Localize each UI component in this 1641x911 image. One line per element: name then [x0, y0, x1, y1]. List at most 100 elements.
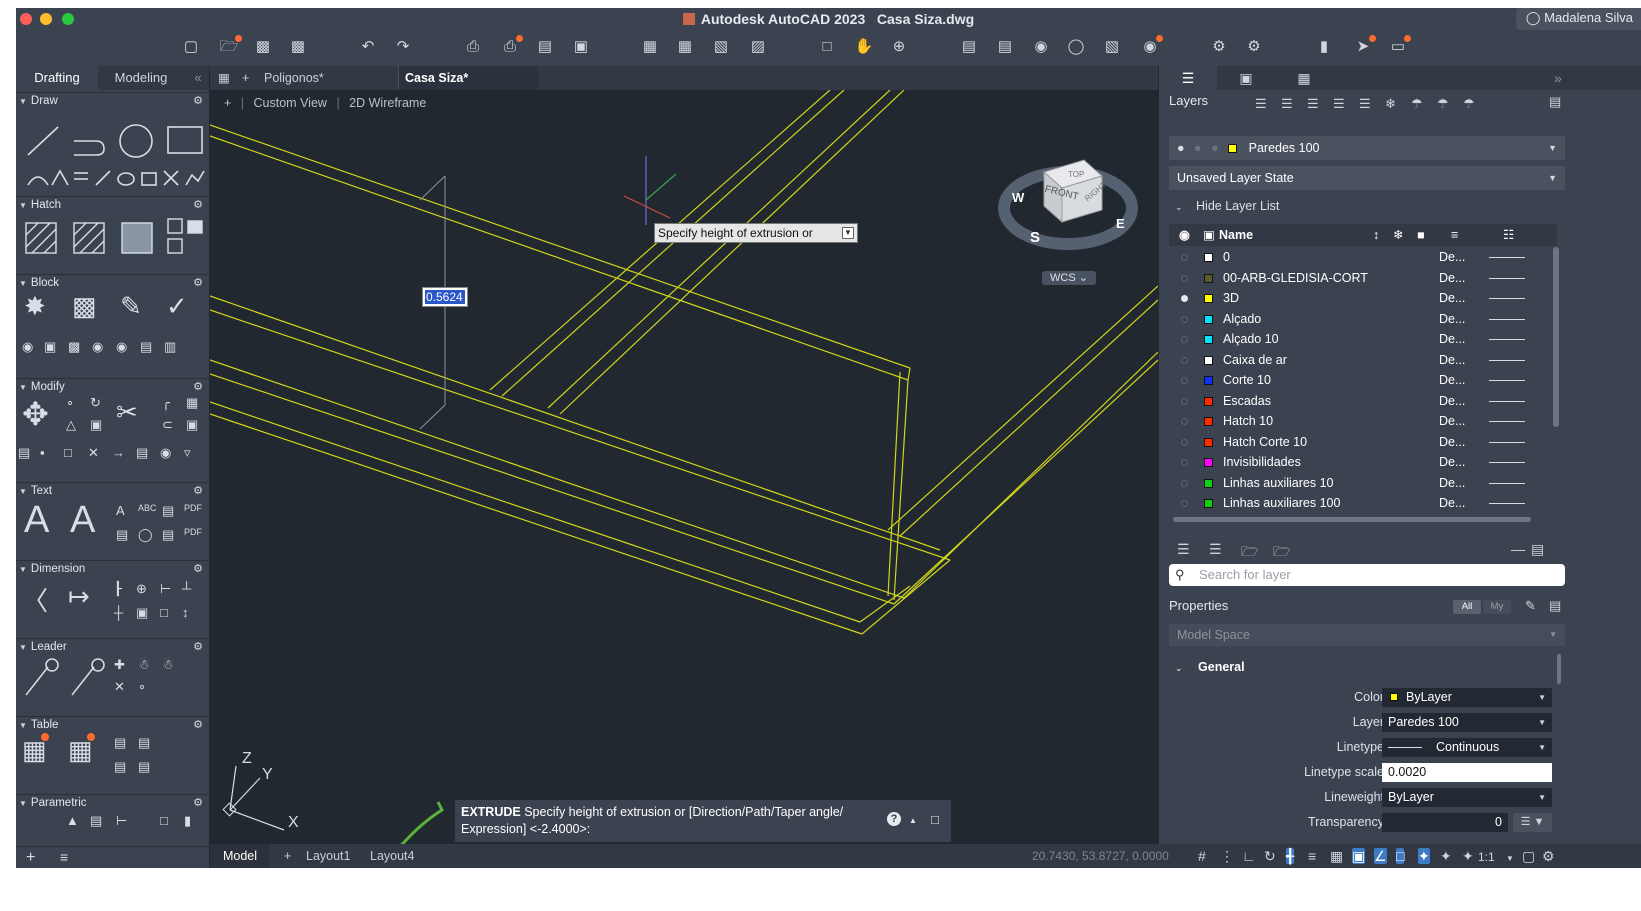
freeze-column-icon[interactable]: ❄: [1393, 224, 1403, 246]
continue-dimension-icon[interactable]: ▣: [136, 605, 148, 621]
properties-icon[interactable]: ▧: [1102, 38, 1122, 56]
gear-icon[interactable]: ⚙: [193, 795, 203, 811]
trim-icon[interactable]: ✂: [116, 397, 138, 428]
compass-w-label[interactable]: W: [1012, 190, 1025, 205]
baseline-dimension-icon[interactable]: ┼: [114, 605, 123, 620]
draworder-icon[interactable]: ▤: [136, 445, 148, 461]
align-leader-icon[interactable]: ☃: [138, 657, 150, 673]
gear-icon[interactable]: ⚙: [193, 379, 203, 395]
dynamic-ucs-icon[interactable]: ∠: [1374, 848, 1387, 864]
layer-row[interactable]: Alçado De...: [1169, 309, 1549, 329]
add-leader-icon[interactable]: ✚: [114, 657, 125, 673]
layer-row[interactable]: Hatch 10 De...: [1169, 411, 1549, 431]
polar-icon[interactable]: ↻: [1264, 848, 1276, 864]
dimension-break-icon[interactable]: ↕: [182, 605, 189, 620]
open-icon[interactable]: 🗁: [219, 35, 242, 56]
attribute-manager-icon[interactable]: ◉: [116, 339, 127, 355]
edit-block-icon[interactable]: ✎: [120, 291, 142, 322]
create-block-icon[interactable]: ▩: [72, 291, 97, 322]
new-layer-icon[interactable]: ☰: [1255, 96, 1267, 112]
properties-tab-icon[interactable]: ▦: [1275, 66, 1333, 90]
import-icon[interactable]: ▦: [640, 38, 660, 56]
mirror-icon[interactable]: △: [66, 417, 76, 433]
lock-layer-icon[interactable]: ☂: [1437, 96, 1449, 112]
drawing-viewport[interactable]: Z Y X + | Custom View | 2D Wireframe 0.5…: [210, 90, 1158, 844]
general-group-header[interactable]: ⌄ General: [1175, 660, 1245, 674]
draw-section-header[interactable]: ▼ Draw ⚙: [16, 93, 210, 109]
multiline-text-icon[interactable]: A: [24, 499, 49, 542]
linetype-scale-input[interactable]: 0.0020: [1382, 763, 1552, 782]
object-snap-tracking-icon[interactable]: ≡: [1308, 848, 1316, 864]
dimension-section-header[interactable]: ▼ Dimension ⚙: [16, 561, 210, 577]
leader-section-header[interactable]: ▼ Leader ⚙: [16, 639, 210, 655]
match-properties-icon[interactable]: ◉: [160, 445, 171, 461]
unlock-layer-icon[interactable]: ☂: [1463, 96, 1475, 112]
break-icon[interactable]: ✕: [88, 445, 99, 461]
dynamic-input-field[interactable]: 0.5624: [422, 287, 468, 307]
menu-icon[interactable]: ≡: [60, 849, 68, 865]
stretch-icon[interactable]: ▤: [18, 445, 30, 461]
layer-row[interactable]: Hatch Corte 10 De...: [1169, 432, 1549, 452]
tool-palette-icon[interactable]: ⚙: [1209, 38, 1229, 56]
publish-icon[interactable]: ▤: [535, 38, 555, 56]
new-layer-vp-frozen-icon[interactable]: ☰: [1281, 96, 1293, 112]
properties-scrollbar[interactable]: [1557, 654, 1561, 684]
copy-icon[interactable]: ∘: [66, 395, 74, 411]
layers-tab-icon[interactable]: ☰: [1159, 66, 1217, 90]
selection-type-dropdown[interactable]: Model Space ▼: [1169, 624, 1565, 646]
gear-icon[interactable]: ⚙: [193, 483, 203, 499]
measure-icon[interactable]: ▿: [184, 445, 191, 461]
layer-row[interactable]: 3D De...: [1169, 288, 1549, 308]
lineweight-icon[interactable]: ▦: [1330, 848, 1343, 864]
columns-icon[interactable]: ▤: [1531, 541, 1544, 558]
tab-layout4[interactable]: Layout4: [360, 844, 424, 868]
tab-casa-siza[interactable]: Casa Siza*: [398, 66, 538, 90]
quick-dimension-icon[interactable]: □: [160, 605, 168, 620]
erase-icon[interactable]: ▪: [40, 445, 45, 460]
match-layer-icon[interactable]: ▤: [995, 38, 1015, 56]
layer-row[interactable]: Caixa de ar De...: [1169, 350, 1549, 370]
undock-icon[interactable]: ▤: [1549, 94, 1561, 110]
help-icon[interactable]: ?: [887, 812, 901, 826]
compass-e-label[interactable]: E: [1116, 216, 1125, 231]
ortho-icon[interactable]: ∟: [1242, 848, 1256, 864]
layer-search-input[interactable]: ⚲ Search for layer: [1169, 564, 1565, 586]
tooltip-options-dropdown[interactable]: ▼: [842, 227, 854, 239]
delete-constraint-icon[interactable]: ▮: [184, 813, 191, 829]
layer-dropdown[interactable]: Paredes 100 ▼: [1382, 713, 1552, 732]
lineweight-column-icon[interactable]: ☷: [1503, 224, 1514, 246]
compare-icon[interactable]: ▮: [1314, 38, 1334, 56]
extract-data-icon[interactable]: ▤: [138, 735, 150, 751]
workspace-icon[interactable]: ▢: [1522, 848, 1535, 864]
new-group-filter-icon[interactable]: 🗁: [1241, 541, 1258, 565]
lineweight-dropdown[interactable]: ByLayer ▼: [1382, 788, 1552, 807]
plot-icon[interactable]: ⎙: [463, 38, 483, 56]
gear-icon[interactable]: ⚙: [193, 275, 203, 291]
batch-plot-icon[interactable]: ⎙: [500, 35, 523, 56]
new-property-filter-icon[interactable]: 🗁: [1273, 541, 1290, 565]
wcs-menu[interactable]: WCS ⌄: [1042, 271, 1096, 285]
layer-merge-icon[interactable]: ☰: [1359, 96, 1371, 112]
angular-dimension-icon[interactable]: ⊢: [160, 581, 171, 597]
lock-column-icon[interactable]: ■: [1417, 224, 1425, 246]
object-snap-icon[interactable]: ▣: [1352, 848, 1366, 864]
text-search-icon[interactable]: ◯: [138, 527, 153, 543]
quick-select-icon[interactable]: ✎: [1525, 598, 1536, 614]
freeze-layer-icon[interactable]: ❄: [1385, 96, 1396, 112]
filter-my-button[interactable]: My: [1483, 600, 1511, 614]
explode-icon[interactable]: ▣: [186, 417, 198, 433]
table-section-header[interactable]: ▼ Table ⚙: [16, 717, 210, 733]
new-tab-button[interactable]: +: [236, 66, 258, 90]
fillet-icon[interactable]: ╭: [162, 395, 170, 411]
modify-section-header[interactable]: ▼ Modify ⚙: [16, 379, 210, 395]
layer-row[interactable]: Corte 10 De...: [1169, 370, 1549, 390]
compass-s-label[interactable]: S: [1030, 229, 1040, 246]
chevron-down-icon[interactable]: ▼: [1506, 851, 1514, 867]
auto-constrain-icon[interactable]: ▲: [66, 813, 79, 828]
update-table-icon[interactable]: ▤: [114, 759, 126, 775]
array-icon[interactable]: ▦: [186, 395, 198, 411]
layer-row[interactable]: 00-ARB-GLEDISIA-CORT De...: [1169, 268, 1549, 288]
name-column-header[interactable]: Name: [1219, 224, 1253, 246]
export-icon[interactable]: ▣: [571, 38, 591, 56]
viewcube-top-label[interactable]: TOP: [1068, 170, 1084, 179]
